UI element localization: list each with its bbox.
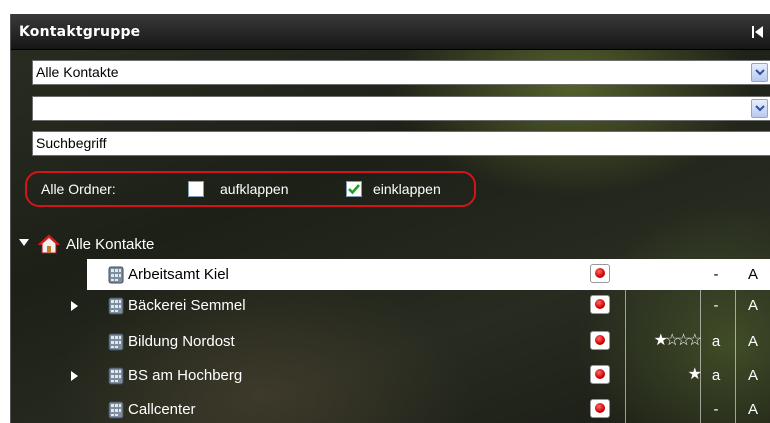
record-icon[interactable] (590, 399, 610, 418)
contact-col-b: A (747, 401, 758, 418)
folders-label: Alle Ordner: (41, 181, 116, 197)
search-input[interactable]: Suchbegriff (32, 131, 770, 156)
building-icon (108, 367, 124, 385)
panel-title: Kontaktgruppe (19, 24, 141, 40)
building-icon (108, 266, 124, 284)
contact-name: Bildung Nordost (128, 333, 235, 350)
contact-col-a: a (711, 333, 721, 350)
group-select-value: Alle Kontakte (36, 64, 119, 80)
contact-col-b: A (747, 297, 758, 314)
expand-label[interactable]: aufklappen (220, 181, 289, 197)
contact-name: Arbeitsamt Kiel (128, 266, 229, 283)
contact-name: Bäckerei Semmel (128, 297, 246, 314)
rating-stars: ★☆☆☆ (653, 332, 702, 349)
record-icon[interactable] (590, 365, 610, 384)
contact-col-a: a (711, 367, 721, 384)
record-icon[interactable] (590, 264, 610, 283)
collapse-panel-icon[interactable] (751, 24, 765, 40)
tree-root-label: Alle Kontakte (66, 236, 155, 253)
building-icon (108, 401, 124, 419)
record-icon[interactable] (590, 331, 610, 350)
search-input-value: Suchbegriff (36, 135, 107, 151)
collapse-checkbox[interactable] (346, 181, 362, 197)
contact-name: BS am Hochberg (128, 367, 243, 384)
group-select[interactable]: Alle Kontakte (32, 60, 770, 85)
record-icon[interactable] (590, 295, 610, 314)
contact-col-a: - (713, 266, 719, 283)
collapse-label[interactable]: einklappen (373, 181, 441, 197)
contact-col-a: - (713, 401, 719, 418)
checkmark-icon (348, 184, 360, 195)
contact-row[interactable]: Arbeitsamt Kiel - A (87, 259, 770, 290)
contact-row[interactable]: Bildung Nordost ★☆☆☆ a A (87, 326, 770, 357)
chevron-down-icon[interactable] (751, 63, 768, 82)
contact-col-a: - (713, 297, 719, 314)
contact-group-panel: Kontaktgruppe Alle Kontakte Suchbegriff … (10, 14, 770, 423)
building-icon (108, 333, 124, 351)
contact-row[interactable]: Callcenter - A (87, 394, 770, 423)
chevron-down-icon[interactable] (751, 99, 768, 118)
home-icon (38, 234, 60, 254)
expand-checkbox[interactable] (188, 181, 204, 197)
collapsed-arrow-icon[interactable] (71, 371, 78, 381)
folder-options-highlight: Alle Ordner: aufklappen einklappen (25, 171, 476, 207)
rating-stars: ★ (687, 366, 702, 383)
second-select[interactable] (32, 96, 770, 121)
contact-row[interactable]: BS am Hochberg ★ a A (71, 360, 770, 391)
contact-col-b: A (747, 333, 758, 350)
contact-col-b: A (747, 266, 758, 283)
expanded-arrow-icon[interactable] (19, 239, 29, 247)
building-icon (108, 297, 124, 315)
collapsed-arrow-icon[interactable] (71, 301, 78, 311)
tree-root[interactable]: Alle Kontakte (11, 232, 411, 256)
contact-col-b: A (747, 367, 758, 384)
contact-name: Callcenter (128, 401, 196, 418)
contact-row[interactable]: Bäckerei Semmel - A (71, 290, 770, 321)
panel-header: Kontaktgruppe (11, 14, 770, 50)
